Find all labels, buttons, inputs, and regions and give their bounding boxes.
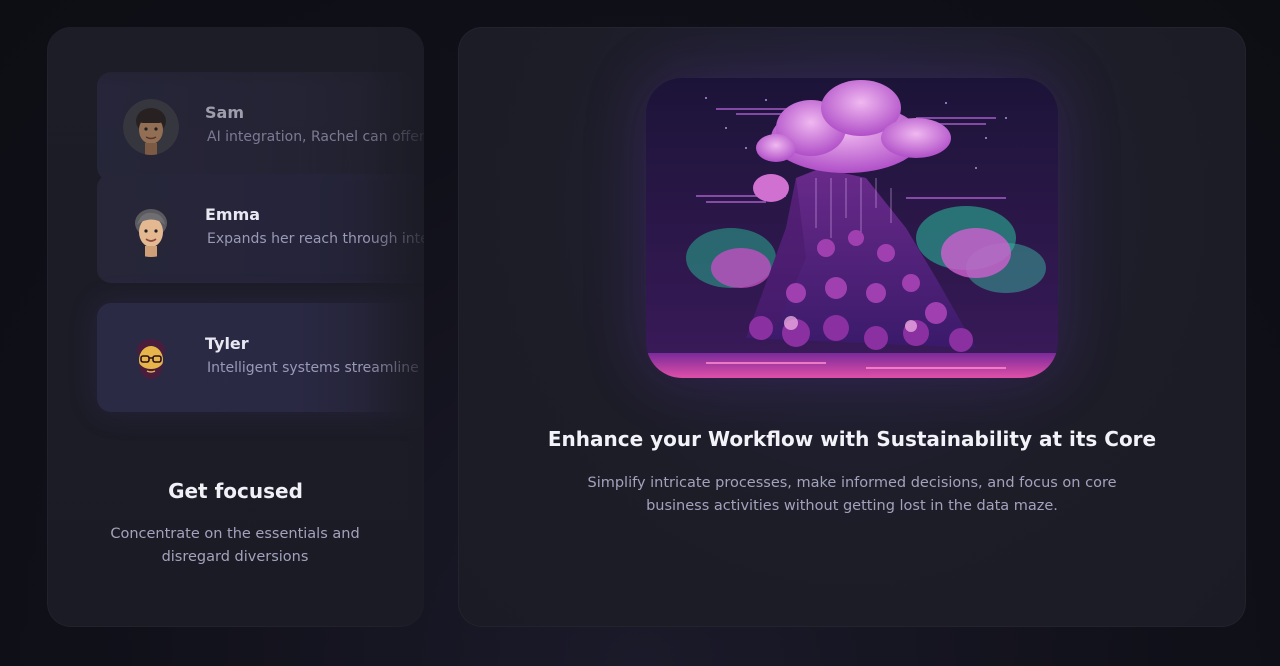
testimonial-card[interactable]: Tyler Intelligent systems streamline <box>97 303 424 412</box>
card-description: Simplify intricate processes, make infor… <box>587 475 1117 514</box>
testimonial-quote: Expands her reach through intelligent <box>207 231 424 247</box>
testimonial-card[interactable]: Sam AI integration, Rachel can offer <box>97 72 424 181</box>
workflow-card: Enhance your Workflow with Sustainabilit… <box>458 27 1246 627</box>
testimonial-name: Sam <box>205 103 244 122</box>
page: Sam AI integration, Rachel can offer Emm… <box>0 0 1280 666</box>
focus-card: Sam AI integration, Rachel can offer Emm… <box>47 27 424 627</box>
man-avatar-icon <box>123 99 179 155</box>
bearded-man-avatar-icon <box>123 330 179 386</box>
card-title: Enhance your Workflow with Sustainabilit… <box>547 427 1157 451</box>
testimonial-name: Emma <box>205 205 261 224</box>
testimonial-quote: AI integration, Rachel can offer <box>207 129 424 145</box>
woman-avatar-icon <box>123 201 179 257</box>
card-description: Concentrate on the essentials and disreg… <box>110 526 360 565</box>
testimonial-quote: Intelligent systems streamline <box>207 360 419 376</box>
testimonial-card[interactable]: Emma Expands her reach through intellige… <box>97 174 424 283</box>
card-title: Get focused <box>168 479 303 503</box>
testimonial-name: Tyler <box>205 334 249 353</box>
cloud-mountain-illustration <box>646 78 1058 378</box>
